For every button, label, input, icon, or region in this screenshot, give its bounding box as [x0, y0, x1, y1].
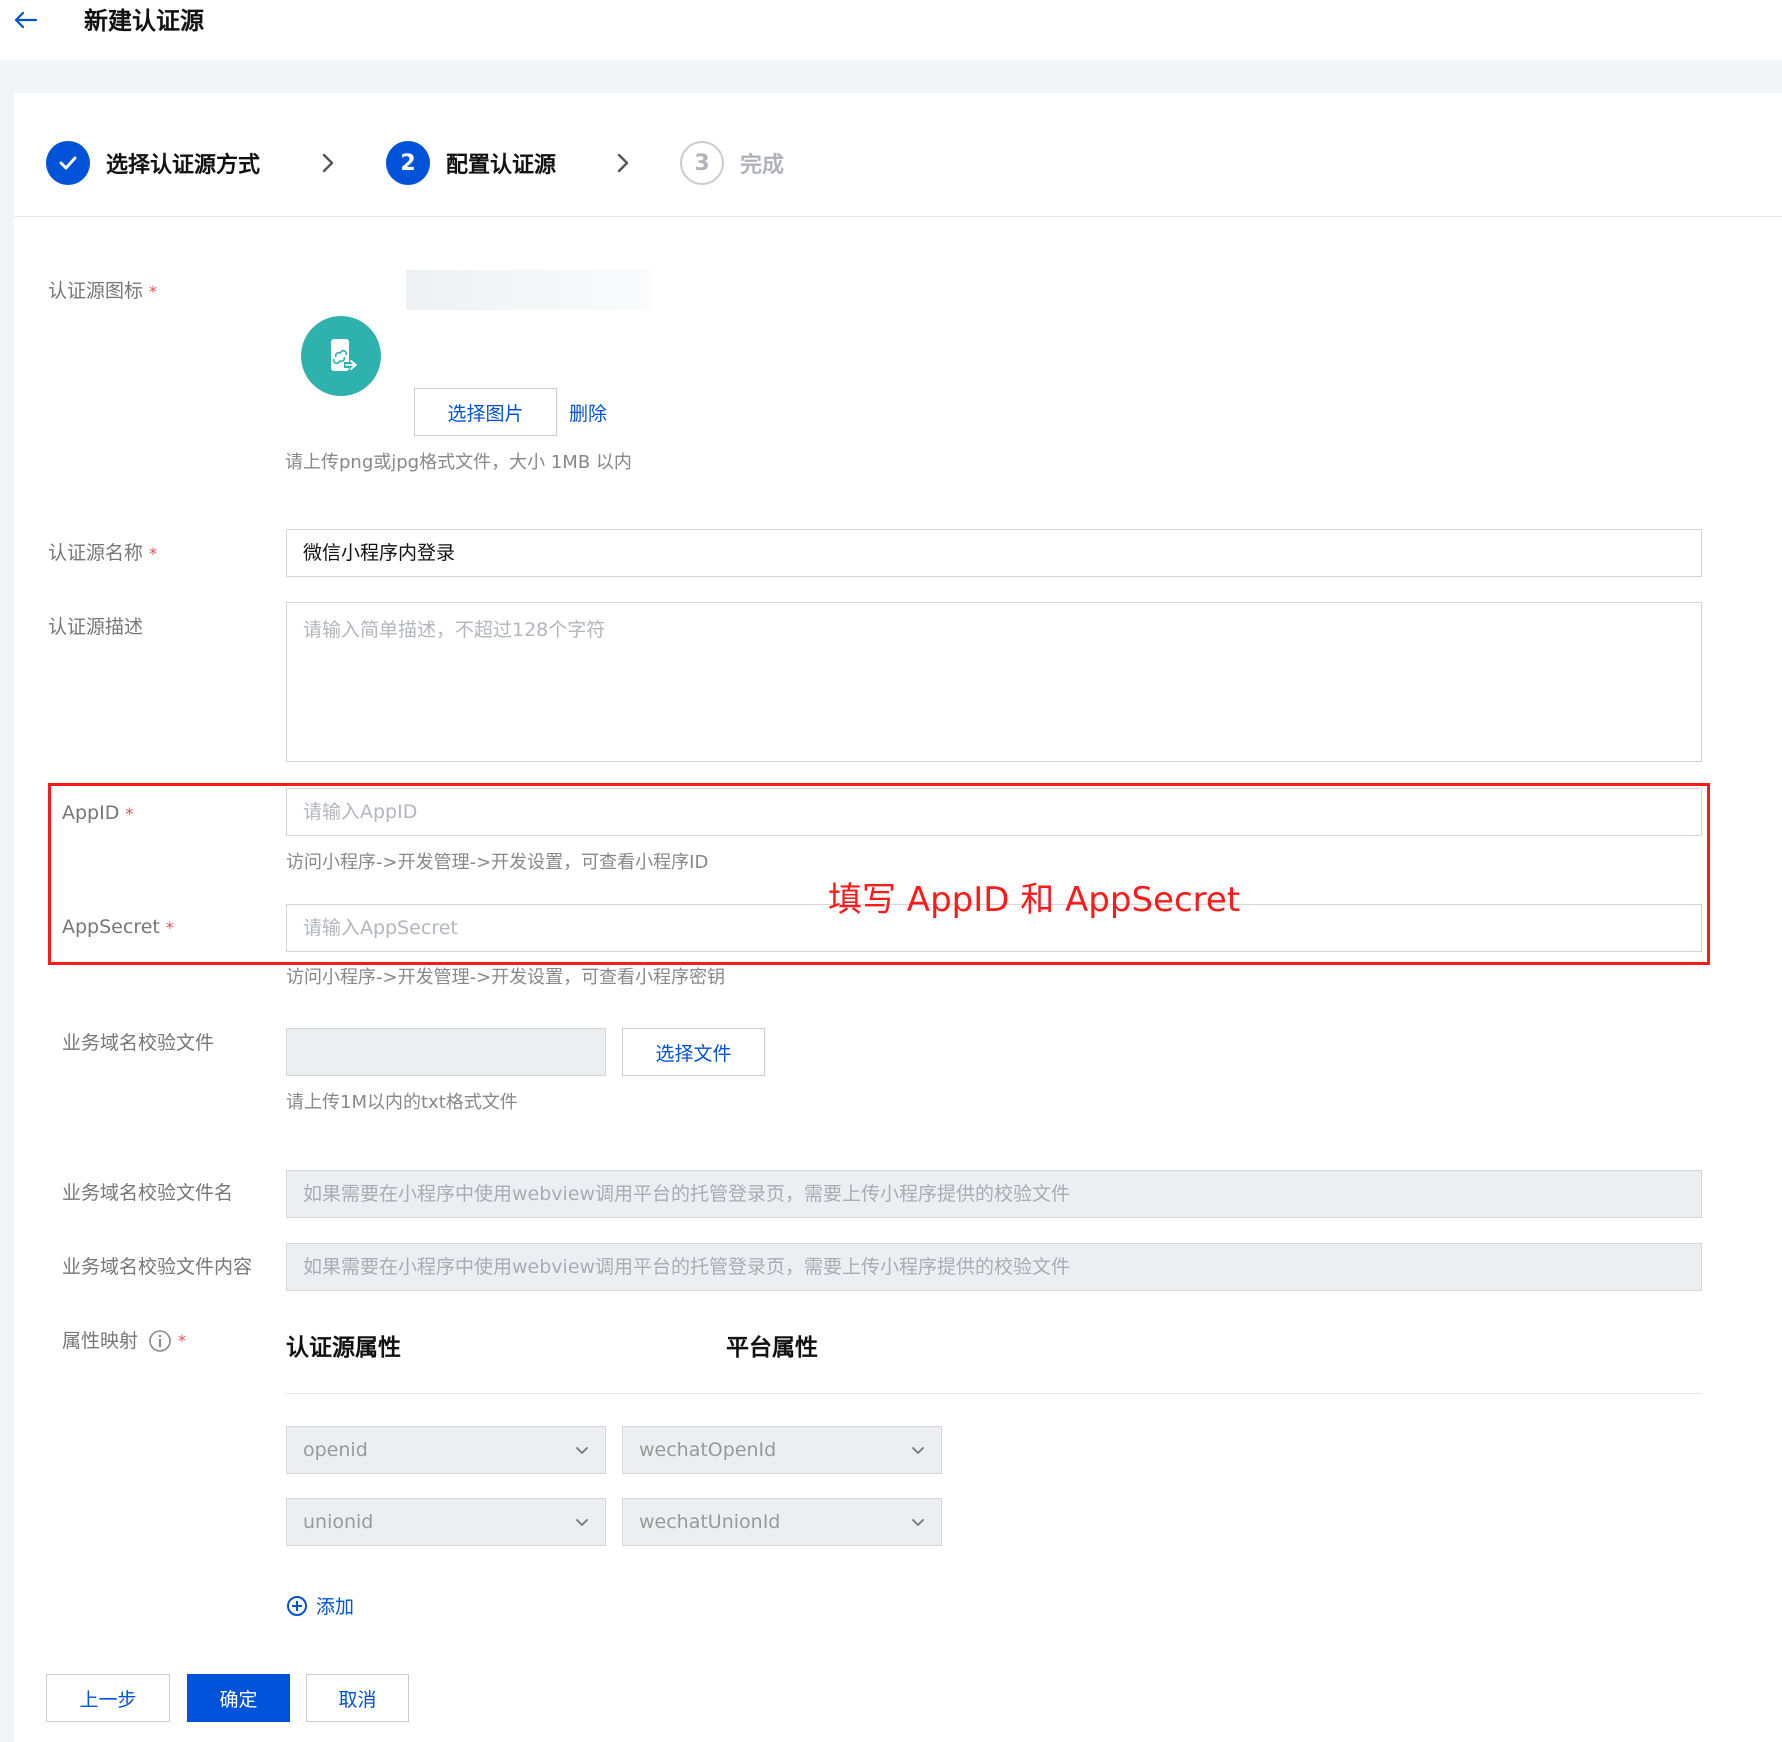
verify-filename-input: 如果需要在小程序中使用webview调用平台的托管登录页，需要上传小程序提供的校… [286, 1170, 1702, 1218]
verify-file-label: 业务域名校验文件 [62, 1032, 215, 1054]
source-attribute-select[interactable]: openid [286, 1426, 606, 1474]
verify-content-label: 业务域名校验文件内容 [62, 1256, 253, 1278]
platform-attribute-select[interactable]: wechatOpenId [622, 1426, 942, 1474]
chevron-down-icon [912, 1447, 924, 1454]
check-icon [46, 141, 90, 185]
label-text: 认证源名称 [48, 542, 144, 564]
required-mark: * [178, 1331, 187, 1350]
info-icon[interactable] [148, 1329, 172, 1353]
cancel-button[interactable]: 取消 [306, 1674, 409, 1722]
chevron-right-icon [617, 153, 629, 173]
select-value: openid [303, 1439, 368, 1461]
icon-help-text: 请上传png或jpg格式文件，大小 1MB 以内 [285, 452, 632, 473]
platform-attribute-select[interactable]: wechatUnionId [622, 1498, 942, 1546]
appsecret-field-label: AppSecret * [62, 914, 174, 941]
verify-filename-label: 业务域名校验文件名 [62, 1182, 234, 1204]
add-label: 添加 [316, 1596, 355, 1618]
required-mark: * [149, 282, 158, 301]
label-text: 认证源图标 [48, 280, 144, 302]
verify-content-input: 如果需要在小程序中使用webview调用平台的托管登录页，需要上传小程序提供的校… [286, 1243, 1702, 1291]
step-2: 2 配置认证源 [386, 141, 556, 185]
step-label: 配置认证源 [446, 153, 557, 178]
top-bar: 新建认证源 [0, 0, 1782, 60]
chevron-down-icon [912, 1519, 924, 1526]
step-3: 3 完成 [680, 141, 784, 185]
required-mark: * [165, 918, 174, 937]
appsecret-help-text: 访问小程序->开发管理->开发设置，可查看小程序密钥 [286, 967, 726, 988]
step-label: 选择认证源方式 [106, 153, 261, 178]
description-field-label: 认证源描述 [48, 616, 144, 638]
description-textarea[interactable]: 请输入简单描述，不超过128个字符 [286, 602, 1702, 762]
plus-circle-icon [287, 1595, 307, 1616]
required-mark: * [125, 804, 134, 823]
page-title: 新建认证源 [84, 7, 204, 35]
confirm-button[interactable]: 确定 [187, 1674, 290, 1722]
appid-help-text: 访问小程序->开发管理->开发设置，可查看小程序ID [286, 852, 709, 873]
previous-step-button[interactable]: 上一步 [46, 1674, 170, 1722]
back-arrow-icon[interactable] [10, 6, 42, 34]
name-input[interactable]: 微信小程序内登录 [286, 529, 1702, 577]
step-label: 完成 [740, 153, 785, 178]
choose-file-button[interactable]: 选择文件 [622, 1028, 765, 1076]
chevron-down-icon [576, 1519, 588, 1526]
name-field-label: 认证源名称 * [48, 540, 157, 567]
delete-image-link[interactable]: 删除 [569, 399, 607, 426]
source-attribute-select[interactable]: unionid [286, 1498, 606, 1546]
annotation-text: 填写 AppID 和 AppSecret [828, 880, 1241, 920]
choose-image-button[interactable]: 选择图片 [414, 388, 557, 436]
label-text: AppSecret [62, 916, 160, 938]
chevron-down-icon [576, 1447, 588, 1454]
appid-field-label: AppID * [62, 800, 133, 827]
select-value: unionid [303, 1511, 374, 1533]
label-text: AppID [62, 802, 120, 824]
verify-file-help-text: 请上传1M以内的txt格式文件 [286, 1092, 518, 1113]
select-value: wechatUnionId [639, 1511, 781, 1533]
step-number: 2 [386, 141, 430, 185]
step-1: 选择认证源方式 [46, 141, 260, 185]
step-indicator: 选择认证源方式 2 配置认证源 3 完成 [14, 93, 1782, 217]
phone-link-icon [301, 316, 381, 396]
mapping-field-label: 属性映射 * [62, 1328, 186, 1354]
chevron-right-icon [322, 153, 334, 173]
add-mapping-button[interactable]: 添加 [286, 1592, 354, 1619]
select-value: wechatOpenId [639, 1439, 777, 1461]
source-attribute-header: 认证源属性 [286, 1335, 401, 1361]
appid-input[interactable]: 请输入AppID [286, 788, 1702, 836]
label-text: 属性映射 [62, 1330, 139, 1352]
mapping-divider [286, 1393, 1702, 1394]
icon-field-label: 认证源图标 * [48, 278, 157, 305]
step-number: 3 [680, 141, 724, 185]
verify-file-display [286, 1028, 606, 1076]
required-mark: * [149, 544, 158, 563]
image-preview-placeholder [406, 270, 651, 310]
platform-attribute-header: 平台属性 [726, 1335, 818, 1361]
